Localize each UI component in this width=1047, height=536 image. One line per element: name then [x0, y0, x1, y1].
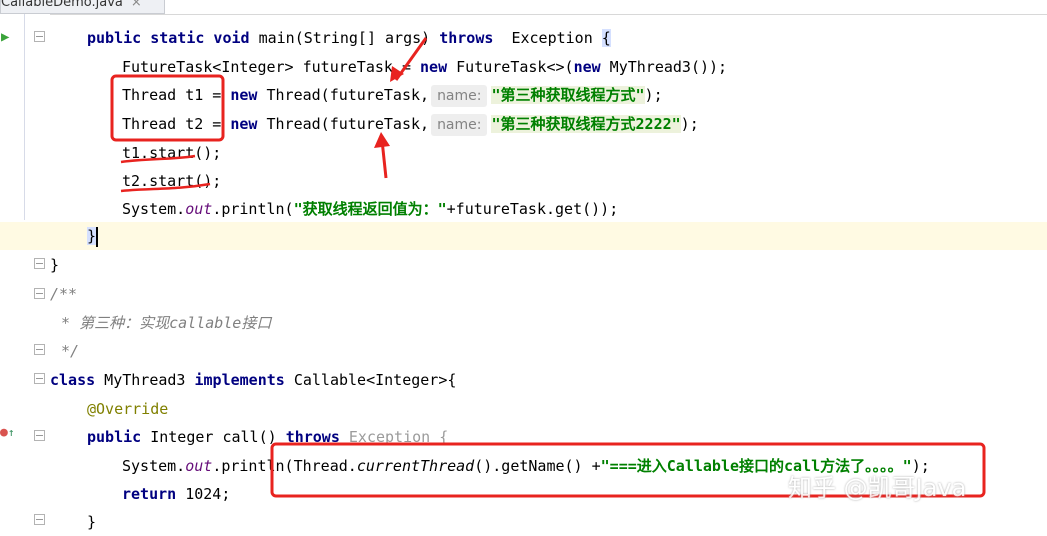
watermark: 知乎 @凯哥Java — [788, 474, 967, 502]
editor-tab-strip: CallableDemo.java × — [0, 0, 1047, 15]
statement-end: +futureTask.get()); — [446, 200, 619, 218]
static-field: out — [185, 457, 213, 475]
code-text: Thread t2 = new Thread(futureTask, name: "… — [122, 110, 699, 138]
variable-declaration: FutureTask<Integer> futureTask — [122, 58, 393, 76]
code-line[interactable]: Thread t2 = new Thread(futureTask, name: "… — [0, 110, 1047, 138]
operator: = — [392, 58, 421, 76]
code-line[interactable]: public static void main(String[] args) t… — [0, 24, 1047, 52]
keyword-new: new — [573, 58, 601, 76]
keyword-class: class — [50, 371, 96, 389]
comment: * 第三种：实现callable接口 — [52, 314, 272, 332]
statement-end: ); — [680, 115, 699, 133]
code-line[interactable]: Thread t1 = new Thread(futureTask, name: "… — [0, 81, 1047, 109]
operator: = — [203, 115, 231, 133]
method-signature: main(String[] args) — [258, 29, 431, 47]
code-text: FutureTask<Integer> futureTask = new Fut… — [122, 53, 727, 81]
code-line[interactable]: @Override — [0, 395, 1047, 423]
code-text: Thread t1 = new Thread(futureTask, name: "… — [122, 81, 663, 109]
static-field: out — [185, 200, 213, 218]
code-line[interactable]: public Integer call() throws Exception { — [0, 423, 1047, 451]
close-brace: } — [87, 227, 97, 245]
keyword: public static void — [87, 29, 259, 47]
annotation: @Override — [87, 400, 169, 418]
text-caret — [96, 226, 99, 247]
code-text: return 1024; — [122, 480, 230, 508]
code-line[interactable]: /** — [0, 280, 1047, 308]
class-ref: System. — [122, 200, 186, 218]
close-icon[interactable]: × — [131, 0, 142, 10]
statement-end: ); — [644, 86, 663, 104]
code-line[interactable]: t2.start(); — [0, 167, 1047, 195]
string-literal: "第三种获取线程方式2222" — [491, 115, 681, 133]
keyword-throws: throws — [285, 428, 340, 446]
keyword-new: new — [230, 115, 258, 133]
exception-type: Exception — [511, 29, 593, 47]
variable-declaration: Thread t1 — [122, 86, 204, 104]
code-line-current[interactable]: } — [0, 222, 1047, 250]
code-text: public Integer call() throws Exception { — [87, 423, 448, 451]
constructor-call: Thread(futureTask, — [257, 115, 430, 133]
code-text: } — [50, 256, 60, 274]
code-line[interactable]: t1.start(); — [0, 139, 1047, 167]
code-text: } — [87, 222, 99, 250]
method-call: .println(Thread. — [212, 457, 357, 475]
code-text: class MyThread3 implements Callable<Inte… — [50, 366, 456, 394]
code-text: System.out.println("获取线程返回值为："+futureTas… — [122, 195, 618, 223]
keyword-new: new — [420, 58, 448, 76]
constructor-call: Thread(futureTask, — [257, 86, 430, 104]
variable-declaration: Thread t2 — [122, 115, 204, 133]
code-line[interactable]: */ — [0, 337, 1047, 365]
editor-tab[interactable]: CallableDemo.java × — [0, 0, 165, 14]
constructor-call: MyThread3()); — [600, 58, 728, 76]
string-literal: "获取线程返回值为：" — [293, 200, 447, 218]
method-call: ().getName() + — [474, 457, 601, 475]
tab-file-name: CallableDemo.java — [1, 0, 123, 10]
comment: /** — [50, 285, 78, 303]
code-line[interactable]: class MyThread3 implements Callable<Inte… — [0, 366, 1047, 394]
parameter-hint: name: — [431, 85, 488, 107]
code-editor[interactable]: CallableDemo.java × ▶ ●↑ public static vo… — [0, 0, 1047, 531]
interface-name: Callable<Integer>{ — [284, 371, 457, 389]
code-text: } — [87, 513, 97, 531]
constructor-call: FutureTask<>( — [447, 58, 574, 76]
parameter-hint: name: — [431, 114, 488, 136]
code-text: t1.start(); — [122, 144, 222, 162]
open-brace: { — [601, 29, 611, 47]
exception-type: Exception { — [339, 428, 449, 446]
code-line[interactable]: * 第三种：实现callable接口 — [0, 309, 1047, 337]
static-method: currentThread — [356, 457, 475, 475]
code-text: public static void main(String[] args) t… — [87, 24, 611, 52]
keyword-new: new — [230, 86, 258, 104]
code-text: t2.start(); — [122, 172, 222, 190]
method-call: .println( — [212, 200, 294, 218]
comment: */ — [52, 342, 80, 360]
method-signature: Integer call() — [141, 428, 286, 446]
code-line[interactable]: } — [0, 251, 1047, 279]
keyword-implements: implements — [194, 371, 285, 389]
return-value: 1024; — [176, 485, 231, 503]
keyword-throws: throws — [439, 29, 494, 47]
class-name: MyThread3 — [95, 371, 195, 389]
operator: = — [203, 86, 231, 104]
keyword-public: public — [87, 428, 142, 446]
string-literal: "第三种获取线程方式" — [491, 86, 645, 104]
code-line[interactable]: FutureTask<Integer> futureTask = new Fut… — [0, 53, 1047, 81]
class-ref: System. — [122, 457, 186, 475]
code-line[interactable]: System.out.println("获取线程返回值为："+futureTas… — [0, 195, 1047, 223]
keyword-return: return — [122, 485, 177, 503]
code-line[interactable]: } — [0, 508, 1047, 536]
